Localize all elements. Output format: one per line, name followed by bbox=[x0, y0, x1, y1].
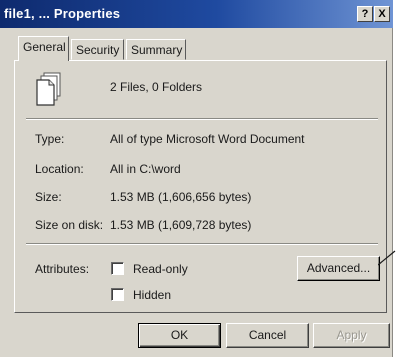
help-button[interactable]: ? bbox=[357, 6, 373, 22]
window-title: file1, ... Properties bbox=[4, 6, 121, 21]
title-bar[interactable]: file1, ... Properties ? X bbox=[0, 0, 393, 28]
cancel-button[interactable]: Cancel bbox=[226, 323, 309, 348]
hidden-checkbox[interactable] bbox=[111, 288, 124, 301]
type-label: Type: bbox=[35, 132, 65, 146]
tab-security[interactable]: Security bbox=[71, 39, 124, 60]
size-on-disk-label: Size on disk: bbox=[35, 218, 104, 232]
advanced-button[interactable]: Advanced... bbox=[297, 256, 380, 281]
location-label: Location: bbox=[35, 162, 84, 176]
tab-general[interactable]: General bbox=[18, 36, 69, 61]
size-value: 1.53 MB (1,606,656 bytes) bbox=[110, 190, 252, 204]
size-on-disk-value: 1.53 MB (1,609,728 bytes) bbox=[110, 218, 252, 232]
read-only-checkbox[interactable] bbox=[111, 262, 124, 275]
annotation-pointer-line bbox=[378, 250, 396, 266]
divider bbox=[26, 118, 378, 120]
read-only-label[interactable]: Read-only bbox=[133, 262, 188, 276]
location-value: All in C:\word bbox=[110, 162, 181, 176]
attributes-label: Attributes: bbox=[35, 262, 90, 276]
size-label: Size: bbox=[35, 190, 62, 204]
selection-summary: 2 Files, 0 Folders bbox=[110, 80, 203, 94]
type-value: All of type Microsoft Word Document bbox=[110, 132, 305, 146]
properties-dialog: file1, ... Properties ? X General Securi… bbox=[0, 0, 393, 357]
divider bbox=[26, 243, 378, 245]
ok-button[interactable]: OK bbox=[138, 323, 221, 348]
hidden-label[interactable]: Hidden bbox=[133, 288, 171, 302]
apply-button[interactable]: Apply bbox=[313, 323, 390, 348]
tab-summary[interactable]: Summary bbox=[126, 39, 186, 60]
document-stack-icon bbox=[36, 72, 61, 106]
close-button[interactable]: X bbox=[374, 6, 390, 22]
